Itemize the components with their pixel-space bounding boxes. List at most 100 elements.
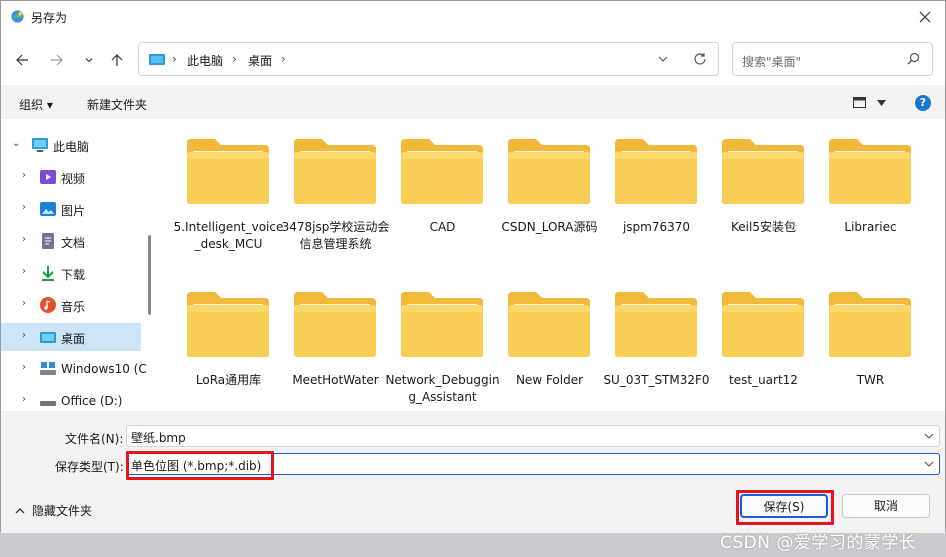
sidebar-item-label: Office (D:) — [61, 394, 123, 408]
sidebar-item-label: 下载 — [61, 268, 86, 282]
sidebar-scrollbar[interactable] — [148, 235, 151, 315]
folder-item[interactable]: New Folder — [492, 272, 592, 411]
folder-name: jspm76370 — [622, 220, 691, 234]
sidebar-item-videos[interactable]: › 视频 — [1, 163, 141, 191]
folder-name: MeetHotWater — [292, 373, 379, 387]
folder-name: SU_03T_STM32F0 — [603, 373, 710, 387]
sidebar-item-label: 音乐 — [61, 300, 86, 314]
address-bar[interactable]: › 此电脑 › 桌面 › — [138, 42, 719, 76]
file-list: 5.Intelligent_voice_desk_MCU 3478jsp学校运动会… — [157, 119, 945, 411]
chevron-down-icon[interactable] — [657, 53, 669, 65]
help-button[interactable]: ? — [915, 95, 931, 111]
folder-icon — [401, 139, 483, 204]
folder-item[interactable]: CAD — [385, 119, 485, 269]
recent-locations-button[interactable] — [78, 49, 100, 71]
folder-item[interactable]: jspm76370 — [599, 119, 699, 269]
arrow-up-icon — [111, 54, 123, 66]
new-folder-button[interactable]: 新建文件夹 — [87, 96, 147, 113]
highlight-annotation — [736, 490, 834, 525]
documents-icon — [42, 233, 54, 249]
search-input[interactable]: 搜索"桌面" — [742, 53, 801, 70]
filename-label: 文件名(N): — [65, 432, 124, 446]
folder-item[interactable]: Network_Debugging_Assistant — [385, 272, 500, 411]
folder-icon — [615, 292, 697, 357]
video-icon — [40, 170, 56, 184]
navigation-pane: ⌄ 此电脑 › 视频 › 图片 › 文档 › 下载 › 音乐 › 桌面 › Wi… — [1, 119, 157, 411]
sidebar-item-downloads[interactable]: › 下载 — [1, 259, 141, 287]
chevron-down-icon[interactable]: ⌄ — [12, 138, 20, 149]
folder-item[interactable]: CSDN_LORA源码 — [492, 119, 597, 269]
folder-name: Librariec — [844, 220, 897, 234]
download-icon — [42, 266, 54, 281]
arrow-left-icon — [16, 54, 28, 66]
sidebar-item-documents[interactable]: › 文档 — [1, 227, 141, 255]
sidebar-item-pictures[interactable]: › 图片 — [1, 195, 141, 223]
folder-item[interactable]: LoRa通用库 — [171, 272, 271, 411]
filename-field[interactable]: 壁纸.bmp — [126, 425, 940, 447]
chevron-right-icon[interactable]: › — [22, 330, 26, 341]
hide-folders-button[interactable]: 隐藏文件夹 — [32, 502, 92, 519]
sidebar-item-this-pc[interactable]: ⌄ 此电脑 — [1, 131, 141, 159]
chevron-right-icon[interactable]: › — [22, 170, 26, 181]
sidebar-item-music[interactable]: › 音乐 — [1, 291, 141, 319]
sidebar-item-label: 文档 — [61, 236, 86, 250]
drive-icon — [40, 362, 56, 375]
chevron-down-icon[interactable] — [924, 460, 934, 468]
sidebar-item-desktop[interactable]: › 桌面 — [1, 323, 141, 351]
save-as-dialog: 另存为 › 此电脑 › 桌面 › 搜索"桌面" 组织 ▾ 新建文件夹 ? ⌄ 此… — [0, 0, 946, 533]
chevron-right-icon[interactable]: › — [22, 234, 26, 245]
cancel-button[interactable]: 取消 — [842, 494, 930, 518]
folder-icon — [508, 292, 590, 357]
breadcrumb-separator: › — [281, 52, 286, 66]
breadcrumb-separator: › — [232, 52, 237, 66]
filename-input[interactable]: 壁纸.bmp — [131, 429, 186, 446]
folder-icon — [722, 139, 804, 204]
drive-icon — [40, 401, 56, 406]
breadcrumb-desktop[interactable]: 桌面 — [248, 52, 272, 69]
folder-icon — [294, 292, 376, 357]
forward-button[interactable] — [46, 49, 68, 71]
folder-item[interactable]: Librariec — [813, 119, 913, 269]
chevron-down-icon — [85, 58, 93, 63]
watermark: CSDN @爱学习的蒙学长 — [720, 533, 917, 553]
chevron-down-icon[interactable] — [924, 432, 934, 440]
caret-down-icon[interactable] — [877, 100, 886, 106]
folder-icon — [187, 292, 269, 357]
back-button[interactable] — [11, 49, 33, 71]
folder-name: 3478jsp学校运动会信息管理系统 — [281, 220, 390, 251]
chevron-up-icon[interactable] — [15, 507, 25, 514]
search-icon — [907, 52, 920, 65]
folder-item[interactable]: Keil5安装包 — [706, 119, 806, 269]
folder-item[interactable]: TWR — [813, 272, 913, 411]
music-icon — [40, 297, 56, 313]
desktop-icon — [40, 332, 56, 343]
search-box[interactable]: 搜索"桌面" — [732, 42, 933, 76]
folder-item[interactable]: test_uart12 — [706, 272, 806, 411]
folder-name: Network_Debugging_Assistant — [385, 373, 500, 404]
folder-item[interactable]: SU_03T_STM32F0 — [599, 272, 710, 411]
folder-name: CAD — [429, 220, 456, 234]
folder-icon — [615, 139, 697, 204]
chevron-right-icon[interactable]: › — [22, 202, 26, 213]
sidebar-item-drive-c[interactable]: › Windows10 (C — [1, 355, 147, 383]
title-bar: 另存为 — [1, 1, 945, 33]
folder-item[interactable]: 5.Intelligent_voice_desk_MCU — [171, 119, 283, 269]
breadcrumb-this-pc[interactable]: 此电脑 — [187, 52, 223, 69]
folder-icon — [187, 139, 269, 204]
close-icon — [919, 11, 931, 23]
folder-item[interactable]: MeetHotWater — [278, 272, 379, 411]
up-button[interactable] — [106, 49, 128, 71]
folder-name: CSDN_LORA源码 — [501, 220, 598, 234]
chevron-right-icon[interactable]: › — [22, 394, 26, 405]
refresh-icon[interactable] — [693, 52, 707, 66]
folder-icon — [294, 139, 376, 204]
close-button[interactable] — [905, 1, 945, 33]
sidebar-item-label: Windows10 (C — [61, 362, 147, 376]
view-options-icon[interactable] — [853, 97, 866, 108]
save-form: 文件名(N): 壁纸.bmp 保存类型(T): 单色位图 (*.bmp;*.di… — [1, 411, 945, 533]
folder-item[interactable]: 3478jsp学校运动会信息管理系统 — [278, 119, 389, 269]
chevron-right-icon[interactable]: › — [22, 362, 26, 373]
chevron-right-icon[interactable]: › — [22, 298, 26, 309]
chevron-right-icon[interactable]: › — [22, 266, 26, 277]
organize-menu[interactable]: 组织 ▾ — [19, 96, 53, 113]
